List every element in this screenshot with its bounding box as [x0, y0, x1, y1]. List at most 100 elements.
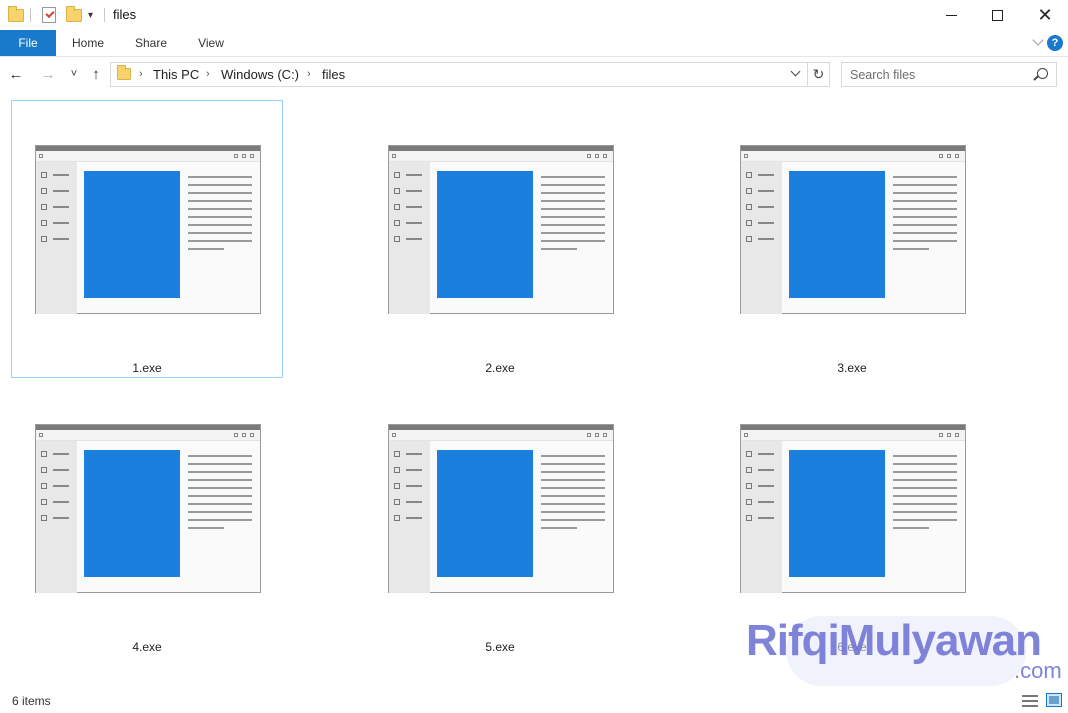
thumbnail-text-line: [893, 495, 957, 497]
thumbnail-sidebar-row: [746, 515, 776, 521]
forward-arrow-icon[interactable]: →: [38, 63, 58, 85]
thumbnail-sidebar: [741, 441, 782, 593]
thumbnail-text-line: [893, 463, 957, 465]
maximize-button[interactable]: [974, 0, 1020, 30]
file-name: 3.exe: [837, 361, 867, 375]
help-icon[interactable]: ?: [1047, 35, 1063, 51]
separator: [104, 5, 105, 25]
thumbnail-text-line: [541, 511, 605, 513]
thumbnail-checkbox-icon: [746, 172, 752, 178]
thumbnail-text-line: [406, 469, 422, 471]
file-item[interactable]: 5.exe: [364, 379, 636, 657]
folder-icon: [117, 65, 131, 80]
breadcrumb-windows-c[interactable]: Windows (C:): [221, 67, 299, 82]
details-view-icon[interactable]: [1022, 694, 1038, 708]
thumbnail-text-line: [406, 485, 422, 487]
thumbnail-text-line: [893, 503, 957, 505]
thumbnail-text-line: [53, 174, 69, 176]
file-item[interactable]: 3.exe: [716, 100, 988, 378]
thumbnail-window-button-icon: [595, 433, 599, 437]
ribbon-tabs: File Home Share View ?: [0, 30, 1068, 57]
thumbnail-sidebar-row: [394, 451, 424, 457]
tab-file[interactable]: File: [0, 30, 56, 56]
thumbnail-text-line: [541, 216, 605, 218]
large-icons-view-icon[interactable]: [1046, 693, 1062, 707]
thumbnail-toolbar: [741, 430, 965, 441]
thumbnail-sidebar-row: [746, 499, 776, 505]
search-box[interactable]: Search files: [841, 62, 1057, 87]
breadcrumb-files[interactable]: files: [322, 67, 345, 82]
breadcrumb-separator[interactable]: ›: [206, 68, 210, 80]
thumbnail-checkbox-icon: [746, 236, 752, 242]
application-thumbnail-icon: [740, 424, 966, 593]
thumbnail-checkbox-icon: [394, 499, 400, 505]
thumbnail-checkbox-icon: [41, 188, 47, 194]
thumbnail-text-line: [541, 224, 605, 226]
thumbnail-text-line: [53, 238, 69, 240]
file-item[interactable]: 1.exe: [11, 100, 283, 378]
thumbnail-window-button-icon: [595, 154, 599, 158]
expand-ribbon-chevron-icon[interactable]: [1032, 34, 1044, 46]
thumbnail-sidebar-row: [41, 236, 71, 242]
thumbnail-menu-icon: [392, 433, 396, 437]
thumbnail-text-line: [758, 174, 774, 176]
up-arrow-icon[interactable]: ↑: [86, 63, 106, 85]
minimize-icon: [945, 14, 957, 16]
thumbnail-checkbox-icon: [41, 220, 47, 226]
new-folder-icon[interactable]: [66, 5, 82, 25]
thumbnail-text-line: [188, 463, 252, 465]
thumbnail-sidebar-row: [41, 467, 71, 473]
thumbnail-text-line: [893, 216, 957, 218]
recent-locations-chevron-icon[interactable]: ˅: [64, 63, 84, 85]
thumbnail-text-line: [541, 519, 605, 521]
properties-icon[interactable]: [42, 5, 56, 25]
thumbnail-text-line: [893, 184, 957, 186]
thumbnail-text-line: [188, 232, 252, 234]
file-name: 2.exe: [485, 361, 515, 375]
search-placeholder[interactable]: Search files: [850, 68, 915, 82]
thumbnail-document-panel: [84, 171, 180, 298]
thumbnail-sidebar-row: [746, 220, 776, 226]
thumbnail-text-line: [893, 487, 957, 489]
refresh-icon[interactable]: ↻: [808, 62, 830, 87]
thumbnail-text-line: [893, 471, 957, 473]
thumbnail-menu-icon: [39, 154, 43, 158]
thumbnail-text-line: [188, 184, 252, 186]
address-bar[interactable]: › This PC › Windows (C:) › files: [110, 62, 808, 87]
file-item[interactable]: 4.exe: [11, 379, 283, 657]
back-arrow-icon[interactable]: ←: [6, 63, 26, 85]
thumbnail-text-line: [406, 222, 422, 224]
thumbnail-text-line: [541, 200, 605, 202]
thumbnail-text-line: [541, 527, 577, 529]
file-view: 1.exe 2.exe 3.exe 4.exe 5.exe 6.exe: [0, 92, 1068, 689]
customize-quick-access-icon[interactable]: ▾: [88, 5, 93, 25]
tab-home[interactable]: Home: [62, 30, 114, 56]
thumbnail-sidebar-row: [41, 188, 71, 194]
tab-share[interactable]: Share: [124, 30, 178, 56]
breadcrumb-this-pc[interactable]: This PC: [153, 67, 199, 82]
thumbnail-checkbox-icon: [746, 188, 752, 194]
title-bar: ▾ files ✕: [0, 0, 1068, 30]
thumbnail-text-line: [406, 501, 422, 503]
thumbnail-text-line: [893, 519, 957, 521]
watermark: RifqiMulyawan .com: [746, 616, 1068, 690]
thumbnail-text-line: [541, 248, 577, 250]
thumbnail-sidebar-row: [394, 236, 424, 242]
thumbnail-text-line: [893, 192, 957, 194]
thumbnail-sidebar-row: [746, 467, 776, 473]
thumbnail-text-line: [758, 501, 774, 503]
close-button[interactable]: ✕: [1022, 0, 1068, 30]
file-item[interactable]: 2.exe: [364, 100, 636, 378]
thumbnail-text-line: [893, 248, 929, 250]
thumbnail-checkbox-icon: [746, 204, 752, 210]
tab-view[interactable]: View: [186, 30, 236, 56]
thumbnail-text-line: [541, 208, 605, 210]
thumbnail-sidebar-row: [41, 220, 71, 226]
address-history-chevron-icon[interactable]: [790, 66, 801, 77]
thumbnail-text-line: [541, 471, 605, 473]
separator: [30, 5, 31, 25]
window-title: files: [113, 7, 137, 22]
minimize-button[interactable]: [928, 0, 974, 30]
breadcrumb-separator[interactable]: ›: [307, 68, 311, 80]
thumbnail-checkbox-icon: [41, 499, 47, 505]
